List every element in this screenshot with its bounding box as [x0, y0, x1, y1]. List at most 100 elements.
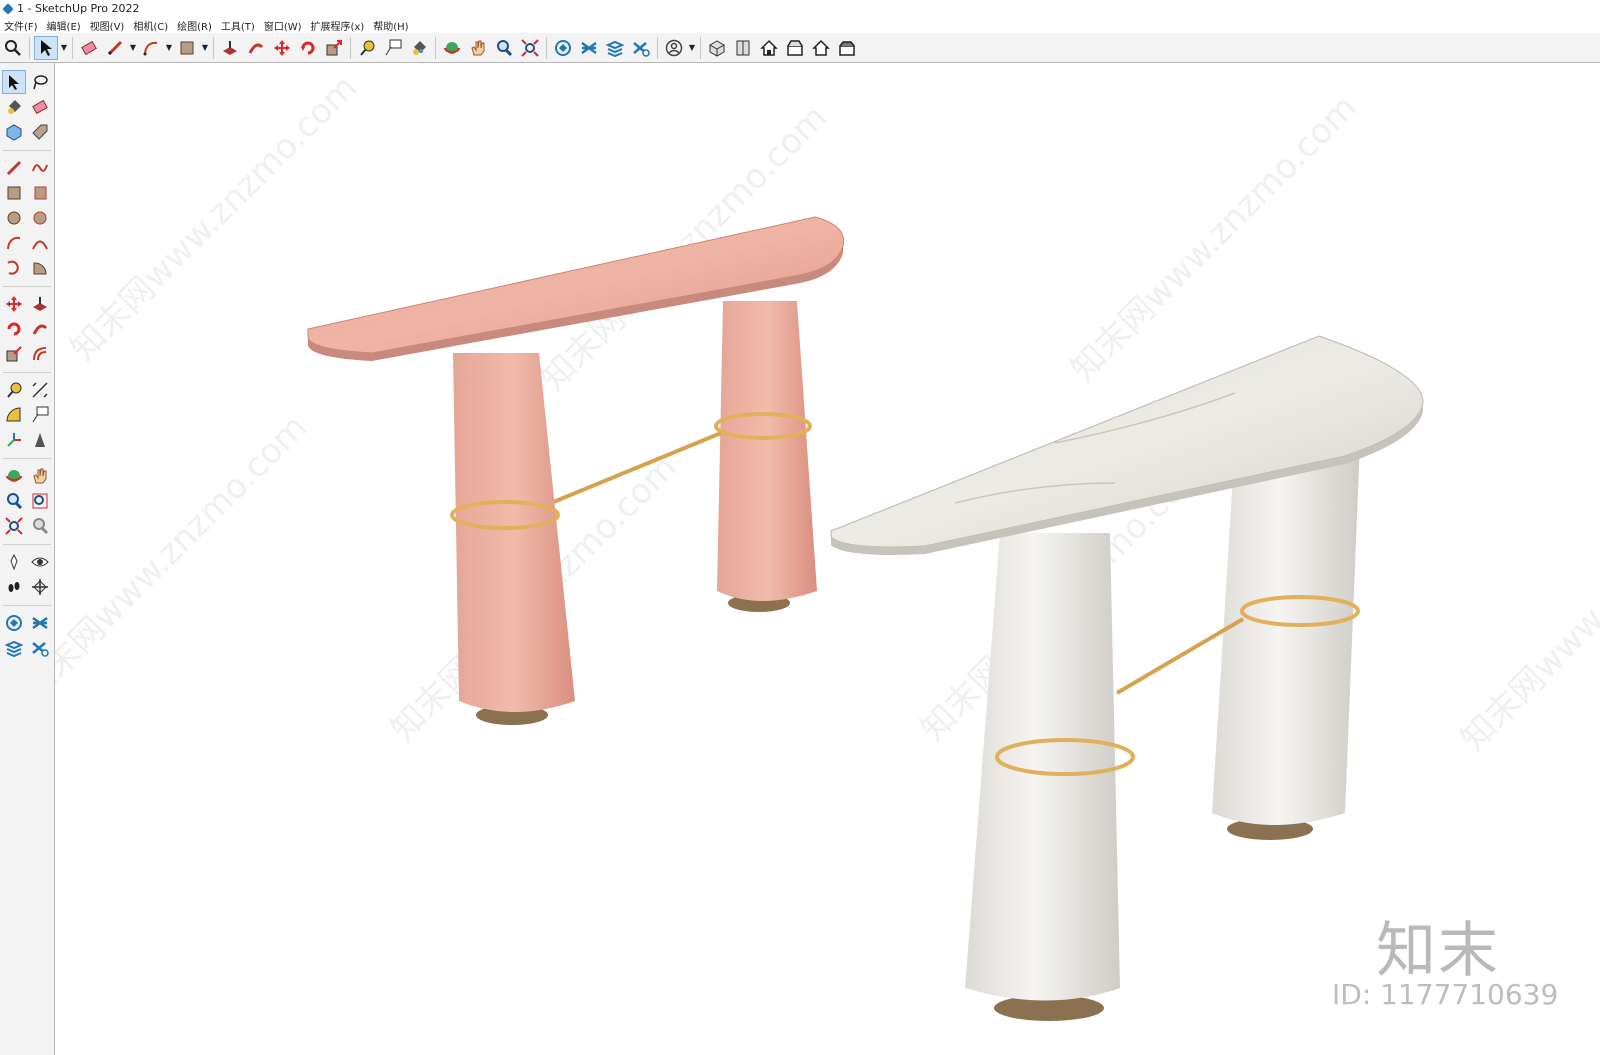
- menu-help[interactable]: 帮助(H): [369, 18, 413, 33]
- lasso-tool[interactable]: [28, 70, 52, 94]
- extension-manager-icon: [633, 41, 650, 57]
- follow-me-tool[interactable]: [28, 317, 52, 341]
- view-iso-button[interactable]: [705, 36, 729, 60]
- offset-tool[interactable]: [28, 342, 52, 366]
- orbit-tool[interactable]: [2, 464, 26, 488]
- tape-measure-button[interactable]: [355, 36, 379, 60]
- follow-me-button[interactable]: [244, 36, 268, 60]
- freehand-tool[interactable]: [28, 156, 52, 180]
- walk-tool[interactable]: [2, 575, 26, 599]
- freehand-icon: [32, 163, 48, 172]
- view-right-button[interactable]: [783, 36, 807, 60]
- pink-console-table[interactable]: [307, 216, 845, 725]
- extension-manager-tool[interactable]: [28, 636, 52, 660]
- move-button[interactable]: [270, 36, 294, 60]
- view-back-button[interactable]: [809, 36, 833, 60]
- search-button[interactable]: [1, 36, 25, 60]
- footprints-icon: [8, 581, 20, 592]
- eraser-button[interactable]: [77, 36, 101, 60]
- user-account-icon: [665, 39, 683, 56]
- layout-button[interactable]: [603, 36, 627, 60]
- push-pull-tool[interactable]: [28, 292, 52, 316]
- three-point-arc-tool[interactable]: [2, 256, 26, 280]
- menu-draw[interactable]: 绘图(R): [173, 18, 217, 33]
- section-plane-tool[interactable]: [28, 575, 52, 599]
- layout-tool[interactable]: [2, 636, 26, 660]
- push-pull-button[interactable]: [218, 36, 242, 60]
- zoom-extents-button[interactable]: [518, 36, 542, 60]
- lasso-icon: [33, 74, 48, 89]
- text-tool[interactable]: [28, 403, 52, 427]
- extension-manager-button[interactable]: [629, 36, 653, 60]
- white-console-table[interactable]: [830, 335, 1424, 1021]
- zoom-window-tool[interactable]: [28, 489, 52, 513]
- arc-dropdown[interactable]: ▼: [164, 36, 174, 60]
- scale-button[interactable]: [322, 36, 346, 60]
- zoom-button[interactable]: [492, 36, 516, 60]
- line-tool[interactable]: [2, 156, 26, 180]
- zoom-tool[interactable]: [2, 489, 26, 513]
- pan-tool[interactable]: [28, 464, 52, 488]
- rectangle-dropdown[interactable]: ▼: [200, 36, 210, 60]
- select-tool[interactable]: [2, 69, 26, 94]
- three-point-arc-icon: [7, 260, 19, 275]
- rectangle-button[interactable]: [175, 36, 199, 60]
- select-dropdown[interactable]: ▼: [59, 36, 69, 60]
- toolbar-separator: [657, 36, 658, 59]
- menu-extensions[interactable]: 扩展程序(x): [307, 18, 370, 33]
- view-front-button[interactable]: [757, 36, 781, 60]
- zoom-extents-tool[interactable]: [2, 514, 26, 538]
- rotate-button[interactable]: [296, 36, 320, 60]
- view-left-button[interactable]: [835, 36, 859, 60]
- two-point-arc-tool[interactable]: [28, 231, 52, 255]
- rectangle-tool[interactable]: [2, 181, 26, 205]
- tape-measure-tool[interactable]: [2, 378, 26, 402]
- pan-hand-icon: [33, 468, 47, 483]
- orbit-icon: [6, 469, 22, 482]
- extension-warehouse-tool[interactable]: [28, 611, 52, 635]
- dimension-tool[interactable]: [28, 378, 52, 402]
- account-button[interactable]: [662, 36, 686, 60]
- scale-tool[interactable]: [2, 342, 26, 366]
- menu-tools[interactable]: 工具(T): [217, 18, 260, 33]
- protractor-tool[interactable]: [2, 403, 26, 427]
- 3d-text-tool[interactable]: [28, 428, 52, 452]
- position-camera-tool[interactable]: [2, 550, 26, 574]
- pencil-button[interactable]: [103, 36, 127, 60]
- model-viewport[interactable]: 知末网www.znzmo.com 知末网www.znzmo.com 知末网www…: [55, 63, 1600, 1055]
- tag-tool[interactable]: [28, 120, 52, 144]
- account-dropdown[interactable]: ▼: [687, 36, 697, 60]
- orbit-button[interactable]: [440, 36, 464, 60]
- previous-view-tool[interactable]: [28, 514, 52, 538]
- menu-window[interactable]: 窗口(W): [260, 18, 307, 33]
- axes-tool[interactable]: [2, 428, 26, 452]
- arc-tool[interactable]: [2, 231, 26, 255]
- view-top-button[interactable]: [731, 36, 755, 60]
- eraser-tool[interactable]: [28, 95, 52, 119]
- pie-tool[interactable]: [28, 256, 52, 280]
- menu-view[interactable]: 视图(V): [86, 18, 130, 33]
- make-component-tool[interactable]: [2, 120, 26, 144]
- move-icon: [6, 295, 22, 312]
- menu-camera[interactable]: 相机(C): [129, 18, 173, 33]
- arc-button[interactable]: [139, 36, 163, 60]
- polygon-tool[interactable]: [28, 206, 52, 230]
- extension-warehouse-button[interactable]: [577, 36, 601, 60]
- circle-tool[interactable]: [2, 206, 26, 230]
- select-tool-button[interactable]: [34, 35, 58, 60]
- pencil-dropdown[interactable]: ▼: [128, 36, 138, 60]
- pan-button[interactable]: [466, 36, 490, 60]
- text-button[interactable]: [381, 36, 405, 60]
- warehouse-button[interactable]: [551, 36, 575, 60]
- menu-edit[interactable]: 编辑(E): [43, 18, 86, 33]
- pan-hand-icon: [471, 40, 485, 55]
- paint-bucket-button[interactable]: [407, 36, 431, 60]
- menu-file[interactable]: 文件(F): [0, 18, 43, 33]
- move-tool[interactable]: [2, 292, 26, 316]
- rotate-tool[interactable]: [2, 317, 26, 341]
- warehouse-tool[interactable]: [2, 611, 26, 635]
- rotated-rectangle-tool[interactable]: [28, 181, 52, 205]
- paint-bucket-tool[interactable]: [2, 95, 26, 119]
- layers-icon: [5, 640, 23, 657]
- look-around-tool[interactable]: [28, 550, 52, 574]
